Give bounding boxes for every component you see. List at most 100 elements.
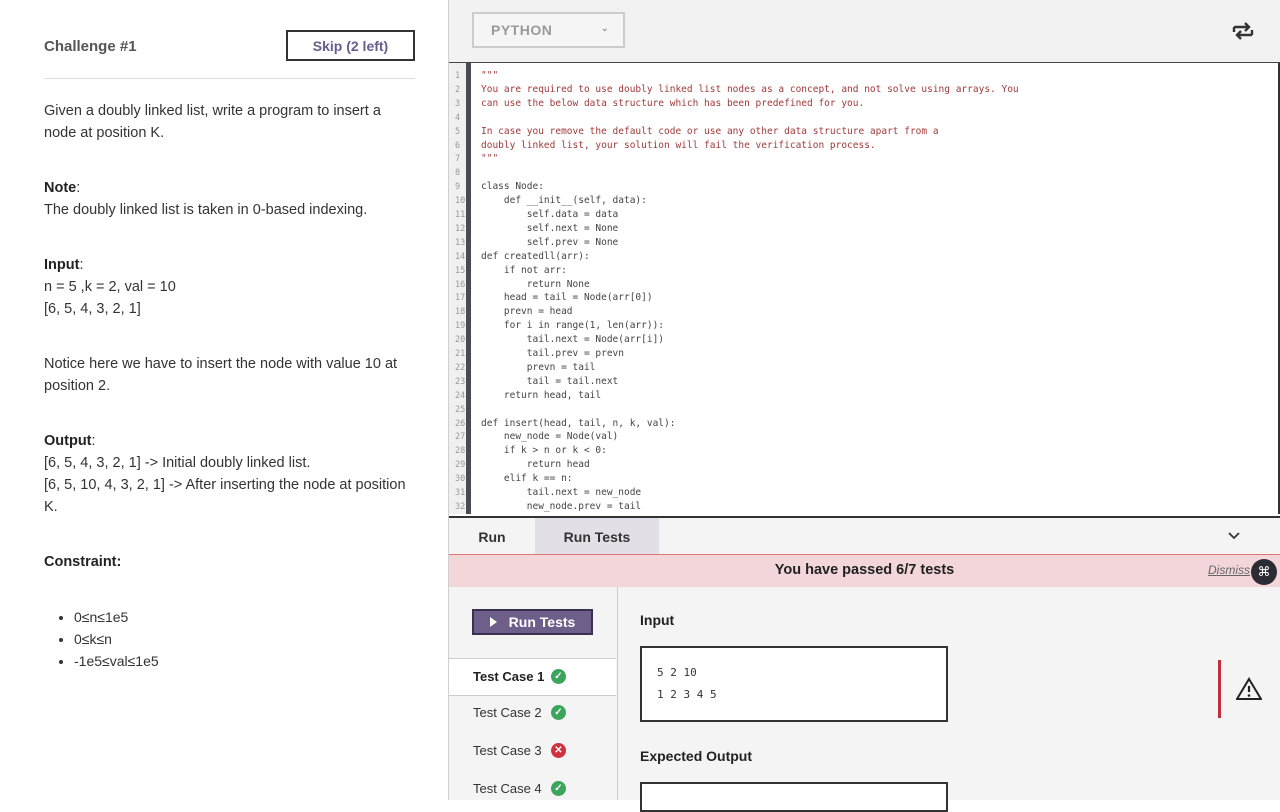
code-line[interactable]: 27 new_node = Node(val) [449,430,1278,444]
code-line[interactable]: 13 self.prev = None [449,236,1278,250]
line-number: 20 [455,335,466,346]
x-circle-icon: ✕ [551,743,566,758]
code-line[interactable]: 28 if k > n or k < 0: [449,444,1278,458]
test-input-line: 1 2 3 4 5 [657,688,717,701]
test-case-item[interactable]: Test Case 2 ✓ [449,695,616,731]
code-line[interactable]: 9 class Node: [449,180,1278,194]
code-text: elif k == n: [481,473,573,485]
test-input-line: 5 2 10 [657,666,697,679]
warning-icon[interactable] [1236,677,1262,701]
test-case-detail: Input 5 2 10 1 2 3 4 5 Expected Output [618,587,1280,812]
chevron-down-icon[interactable] [1226,528,1242,544]
code-text: head = tail = Node(arr[0]) [481,292,653,304]
test-case-sidebar: Run Tests Test Case 1 ✓ Test Case 2 ✓ Te… [449,587,618,800]
line-number: 24 [455,390,466,401]
line-number: 2 [455,84,461,95]
code-line[interactable]: 29 return head [449,458,1278,472]
constraint-item: 0≤n≤1e5 [74,606,159,628]
code-line[interactable]: 23 tail = tail.next [449,375,1278,389]
code-line[interactable]: 26 def insert(head, tail, n, k, val): [449,417,1278,431]
command-icon[interactable]: ⌘ [1251,559,1277,585]
line-number: 15 [455,265,466,276]
note-text: The doubly linked list is taken in 0-bas… [44,202,368,218]
line-number: 23 [455,376,466,387]
code-line[interactable]: 25 [449,403,1278,417]
output-label: Output [44,433,92,449]
code-line[interactable]: 15 if not arr: [449,264,1278,278]
code-line[interactable]: 17 head = tail = Node(arr[0]) [449,291,1278,305]
swap-arrows-icon[interactable] [1230,18,1256,44]
code-line[interactable]: 24 return head, tail [449,389,1278,403]
check-circle-icon: ✓ [551,781,566,796]
line-number: 4 [455,112,461,123]
test-input-box: 5 2 10 1 2 3 4 5 [640,646,948,722]
code-line[interactable]: 8 [449,166,1278,180]
dismiss-link[interactable]: Dismiss [1208,563,1250,577]
constraint-item: 0≤k≤n [74,628,159,650]
code-text: if k > n or k < 0: [481,445,607,457]
code-line[interactable]: 20 tail.next = Node(arr[i]) [449,333,1278,347]
run-tests-button[interactable]: Run Tests [472,609,593,635]
line-number: 29 [455,460,466,471]
code-line[interactable]: 2 You are required to use doubly linked l… [449,83,1278,97]
code-text: if not arr: [481,264,567,276]
code-text: def createdll(arr): [481,250,590,262]
code-editor[interactable]: 1 """ 2 You are required to use doubly link… [449,63,1280,514]
code-text: self.next = None [481,222,619,234]
note-label: Note [44,180,77,196]
line-number: 14 [455,251,466,262]
code-text: for i in range(1, len(arr)): [481,320,665,332]
code-line[interactable]: 3 can use the below data structure which … [449,97,1278,111]
code-line[interactable]: 6 doubly linked list, your solution will … [449,139,1278,153]
code-line[interactable]: 10 def __init__(self, data): [449,194,1278,208]
line-number: 22 [455,362,466,373]
line-number: 1 [455,71,461,81]
input-line-1: n = 5 ,k = 2, val = 10 [44,279,176,295]
code-line[interactable]: 5 In case you remove the default code or … [449,125,1278,139]
code-text: tail.next = new_node [481,487,642,498]
output-heading: Output: [44,433,96,449]
play-icon [489,617,497,627]
code-text: return head [481,459,590,471]
skip-button[interactable]: Skip (2 left) [286,30,415,61]
code-line[interactable]: 1 """ [449,69,1278,83]
output-line-2: [6, 5, 10, 4, 3, 2, 1] -> After insertin… [44,477,406,515]
code-line[interactable]: 4 [449,111,1278,125]
test-case-item[interactable]: Test Case 3 ✕ [449,733,616,769]
code-line[interactable]: 16 return None [449,278,1278,292]
code-text: tail.next = Node(arr[i]) [481,334,665,346]
tab-run-tests[interactable]: Run Tests [535,518,659,555]
code-text: class Node: [481,181,544,193]
code-line[interactable]: 22 prevn = tail [449,361,1278,375]
test-case-item[interactable]: Test Case 1 ✓ [449,658,616,696]
code-text: new_node.prev = tail [481,500,642,512]
line-number: 3 [455,98,461,109]
code-line[interactable]: 21 tail.prev = prevn [449,347,1278,361]
code-line[interactable]: 19 for i in range(1, len(arr)): [449,319,1278,333]
run-tests-label: Run Tests [508,614,576,630]
code-line[interactable]: 12 self.next = None [449,222,1278,236]
code-line[interactable]: 11 self.data = data [449,208,1278,222]
code-line[interactable]: 7 """ [449,152,1278,166]
code-line[interactable]: 30 elif k == n: [449,472,1278,486]
code-line[interactable]: 31 tail.next = new_node [449,486,1278,500]
language-select[interactable]: PYTHON ⌄ [472,12,625,48]
line-number: 19 [455,321,466,332]
code-line[interactable]: 18 prevn = head [449,305,1278,319]
code-text: tail.prev = prevn [481,348,624,359]
code-line[interactable]: 32 new_node.prev = tail [449,500,1278,514]
input-line-2: [6, 5, 4, 3, 2, 1] [44,301,141,317]
line-number: 9 [455,182,461,193]
line-number: 32 [455,501,466,512]
code-line[interactable]: 14 def createdll(arr): [449,250,1278,264]
description-text: Given a doubly linked list, write a prog… [44,103,381,141]
challenge-header: Challenge #1 Skip (2 left) [44,30,415,79]
code-text: tail = tail.next [481,375,619,387]
input-label: Input [44,257,80,273]
notice-text: Notice here we have to insert the node w… [44,356,398,394]
tab-run[interactable]: Run [449,518,535,555]
test-case-item[interactable]: Test Case 4 ✓ [449,771,616,807]
line-number: 17 [455,293,466,304]
code-text: can use the below data structure which h… [481,97,865,109]
line-number: 21 [455,349,466,359]
